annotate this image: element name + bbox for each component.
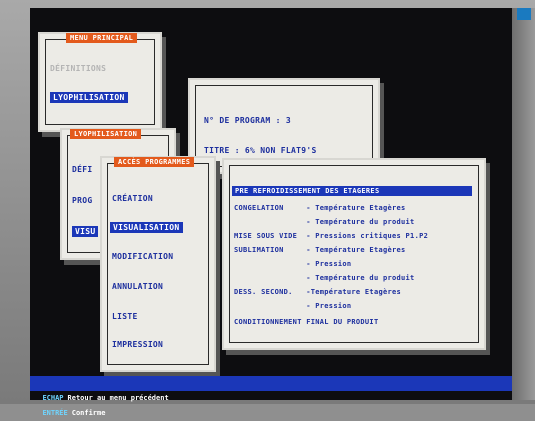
lyophilisation-title: LYOPHILISATION bbox=[70, 129, 142, 139]
menu-item-definitions[interactable]: DÉFINITIONS bbox=[50, 64, 106, 73]
prog-item-visualisation[interactable]: VISUALISATION bbox=[110, 222, 183, 233]
menu-principal-window: MENU PRINCIPAL DÉFINITIONS LYOPHILISATIO… bbox=[38, 32, 162, 132]
acces-programmes-window: ACCÈS PROGRAMMES CRÉATION VISUALISATION … bbox=[100, 156, 216, 372]
program-detail-window: PRE REFROIDISSEMENT DES ETAGERES CONGELA… bbox=[222, 158, 486, 350]
program-number: N° DE PROGRAM : 3 bbox=[204, 116, 291, 125]
detail-header[interactable]: PRE REFROIDISSEMENT DES ETAGERES bbox=[232, 186, 472, 196]
screen: MENU PRINCIPAL DÉFINITIONS LYOPHILISATIO… bbox=[30, 8, 512, 400]
detail-row: MISE SOUS VIDE - Pressions critiques P1.… bbox=[234, 232, 429, 240]
prog-item-annulation[interactable]: ANNULATION bbox=[112, 282, 163, 291]
monitor-badge bbox=[517, 8, 531, 20]
menu-item-lyophilisation[interactable]: LYOPHILISATION bbox=[50, 92, 128, 103]
escape-key-label[interactable]: ECHAP bbox=[38, 394, 67, 402]
detail-row: CONGELATION - Température Etagères bbox=[234, 204, 406, 212]
lyo-item-visu[interactable]: VISU bbox=[72, 226, 99, 237]
monitor-edge bbox=[512, 8, 535, 400]
menu-principal-frame bbox=[45, 39, 155, 125]
detail-row: - Pression bbox=[234, 302, 352, 310]
detail-row: - Pression bbox=[234, 260, 352, 268]
prog-item-creation[interactable]: CRÉATION bbox=[112, 194, 153, 203]
detail-row: DESS. SECOND. -Température Etagères bbox=[234, 288, 402, 296]
lyo-item-prog[interactable]: PROG bbox=[72, 196, 92, 205]
detail-row: CONDITIONNEMENT FINAL DU PRODUIT bbox=[234, 318, 379, 326]
detail-row: - Température du produit bbox=[234, 218, 415, 226]
detail-row: SUBLIMATION - Température Etagères bbox=[234, 246, 406, 254]
enter-key-hint: Confirme bbox=[71, 409, 106, 417]
acces-programmes-title: ACCÈS PROGRAMMES bbox=[114, 157, 195, 167]
enter-key-label[interactable]: ENTRÉE bbox=[38, 409, 71, 417]
program-title: TITRE : 6% NON FLAT9'S bbox=[204, 146, 317, 155]
prog-item-modification[interactable]: MODIFICATION bbox=[112, 252, 173, 261]
prog-item-impression[interactable]: IMPRESSION bbox=[112, 340, 163, 349]
status-bar: ECHAP Retour au menu précédent ENTRÉE Conf… bbox=[30, 376, 512, 417]
prog-item-liste[interactable]: LISTE bbox=[112, 312, 138, 321]
menu-principal-title: MENU PRINCIPAL bbox=[66, 33, 138, 43]
detail-row: - Température du produit bbox=[234, 274, 415, 282]
lyo-item-defi[interactable]: DÉFI bbox=[72, 165, 92, 174]
escape-key-hint: Retour au menu précédent bbox=[67, 394, 169, 402]
